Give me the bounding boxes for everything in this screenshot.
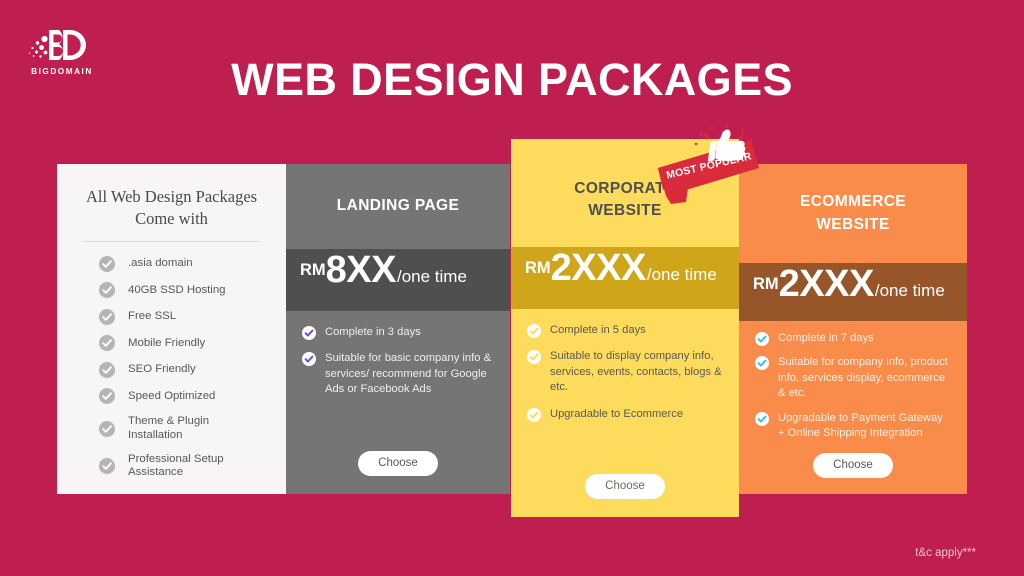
plan-feature-label: Upgradable to Payment Gateway + Online S… [778, 411, 943, 440]
plan-feature-item: Suitable to display company info, servic… [527, 349, 723, 395]
plan-feature-label: Complete in 5 days [550, 324, 646, 336]
price-currency: RM [753, 275, 779, 293]
plan-cta-wrap: Choose [739, 453, 967, 494]
price-amount: 2XXX [778, 263, 875, 305]
common-features-card: All Web Design Packages Come with .asia … [57, 164, 286, 494]
plan-cta-wrap: Choose [286, 451, 510, 494]
price-period: /one time [397, 267, 467, 286]
feature-item: 40GB SSD Hosting [77, 282, 266, 299]
plan-title-line2: WEBSITE [588, 202, 662, 219]
check-circle-icon [99, 458, 115, 475]
plan-price-corporate-website: RM 2XXX /one time [511, 247, 739, 309]
price-amount: 2XXX [550, 247, 647, 289]
plan-feature-label: Upgradable to Ecommerce [550, 407, 684, 420]
common-features-heading-line2: Come with [135, 208, 208, 228]
feature-label: Free SSL [128, 310, 177, 323]
feature-item: Mobile Friendly [77, 335, 266, 352]
check-circle-icon [99, 308, 115, 325]
plan-feature-item: Complete in 3 days [302, 325, 494, 340]
plan-title-landing-page: LANDING PAGE [286, 164, 510, 249]
feature-item: Professional Setup Assistance [77, 453, 266, 480]
feature-label: Speed Optimized [128, 389, 216, 402]
feature-item: Theme & Plugin Installation [77, 415, 266, 442]
check-circle-icon [755, 332, 769, 346]
feature-label: .asia domain [128, 257, 193, 270]
check-circle-icon [755, 411, 769, 426]
common-features-heading-line1: All Web Design Packages [85, 187, 258, 206]
plan-feature-list-corporate-website: Complete in 5 days Suitable to display co… [511, 309, 739, 474]
plan-feature-label: Suitable for basic company info & servic… [325, 352, 492, 396]
check-circle-icon [99, 255, 115, 272]
heading-divider [83, 240, 260, 242]
feature-label: SEO Friendly [128, 363, 196, 376]
check-circle-icon [99, 361, 115, 378]
plan-title-corporate-website: CORPORATE WEBSITE [511, 139, 739, 247]
common-features-list: .asia domain 40GB SSD Hosting Free SSL Mobi… [77, 255, 266, 480]
choose-button-corporate-website[interactable]: Choose [585, 474, 665, 499]
terms-footnote: t&c apply*** [915, 547, 976, 559]
feature-label: 40GB SSD Hosting [128, 283, 226, 296]
check-circle-icon [527, 324, 541, 338]
price-amount: 8XX [325, 249, 397, 291]
price-currency: RM [300, 261, 326, 279]
plan-title-line2: WEBSITE [816, 215, 890, 233]
check-circle-icon [302, 326, 316, 340]
price-currency: RM [525, 259, 551, 277]
plan-feature-label: Suitable to display company info, servic… [550, 350, 722, 394]
feature-label: Mobile Friendly [128, 336, 206, 349]
plan-title-line1: LANDING PAGE [336, 197, 460, 215]
plan-feature-label: Complete in 7 days [778, 332, 874, 344]
plan-card-corporate-website[interactable]: CORPORATE WEBSITE RM 2XXX /one time Comp… [511, 139, 739, 517]
choose-button-landing-page[interactable]: Choose [358, 451, 438, 476]
plan-feature-item: Upgradable to Ecommerce [527, 407, 723, 422]
choose-button-ecommerce-website[interactable]: Choose [813, 453, 893, 478]
slide-canvas: BIGDOMAIN WEB DESIGN PACKAGES All Web De… [0, 0, 1024, 576]
plan-feature-item: Upgradable to Payment Gateway + Online S… [755, 411, 951, 442]
check-circle-icon [755, 356, 769, 371]
plan-feature-list-landing-page: Complete in 3 days Suitable for basic com… [286, 311, 510, 451]
check-circle-icon [527, 407, 541, 422]
feature-item: SEO Friendly [77, 361, 266, 378]
price-period: /one time [874, 281, 945, 300]
feature-item: .asia domain [77, 255, 266, 272]
check-circle-icon [99, 335, 115, 352]
plan-feature-item: Suitable for company info, product info,… [755, 355, 951, 401]
check-circle-icon [99, 420, 115, 437]
plan-title-line1: ECOMMERCE [799, 193, 907, 211]
page-title: WEB DESIGN PACKAGES [231, 54, 793, 105]
plan-feature-label: Complete in 3 days [325, 326, 421, 338]
feature-item: Speed Optimized [77, 388, 266, 405]
plan-feature-item: Suitable for basic company info & servic… [302, 351, 494, 397]
plan-feature-list-ecommerce-website: Complete in 7 days Suitable for company i… [739, 321, 967, 453]
common-features-heading: All Web Design Packages Come with [77, 186, 266, 230]
plan-title-ecommerce-website: ECOMMERCE WEBSITE [739, 164, 967, 263]
plan-card-ecommerce-website[interactable]: ECOMMERCE WEBSITE RM 2XXX /one time Comp… [739, 164, 967, 494]
feature-item: Free SSL [77, 308, 266, 325]
plan-price-landing-page: RM 8XX /one time [286, 249, 510, 311]
plan-feature-item: Complete in 5 days [527, 323, 723, 338]
feature-label: Professional Setup Assistance [128, 452, 224, 479]
plan-cta-wrap: Choose [511, 474, 739, 517]
check-circle-icon [527, 350, 541, 365]
check-circle-icon [302, 352, 316, 367]
plan-feature-item: Complete in 7 days [755, 331, 951, 346]
plan-feature-label: Suitable for company info, product info,… [778, 356, 948, 400]
plan-title-line1: CORPORATE [574, 179, 676, 197]
plan-price-ecommerce-website: RM 2XXX /one time [739, 263, 967, 321]
plan-card-landing-page[interactable]: LANDING PAGE RM 8XX /one time Complete i… [286, 164, 510, 494]
check-circle-icon [99, 388, 115, 405]
check-circle-icon [99, 282, 115, 299]
price-period: /one time [646, 265, 717, 284]
feature-label: Theme & Plugin Installation [128, 414, 210, 441]
